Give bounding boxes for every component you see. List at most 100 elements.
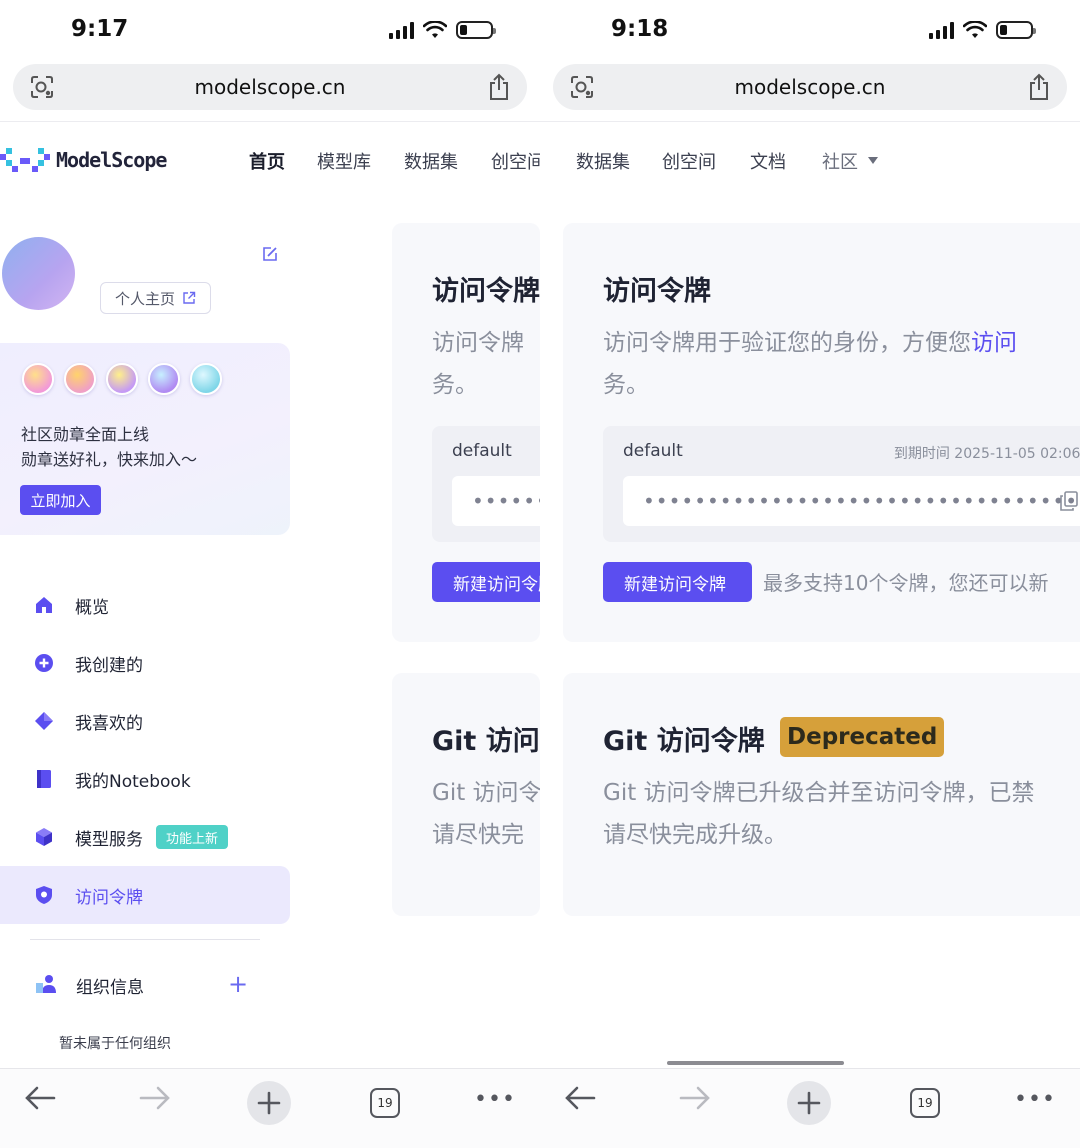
sidebar-item-overview[interactable]: 概览 xyxy=(0,576,290,634)
access-token-description-line2: 务。 xyxy=(603,372,649,398)
url-text: modelscope.cn xyxy=(194,75,346,99)
status-icons xyxy=(929,19,1036,41)
status-time: 9:18 xyxy=(611,16,669,42)
git-token-description-line2: 请尽快完成升级。 xyxy=(603,822,787,848)
personal-homepage-button[interactable]: 个人主页 xyxy=(100,282,211,314)
badge-icon xyxy=(22,363,54,395)
sidebar-item-liked[interactable]: 我喜欢的 xyxy=(0,692,290,750)
promo-title: 社区勋章全面上线 xyxy=(21,425,150,444)
token-masked-value: •••••••••••••••••••••••••••••••••••••••• xyxy=(643,489,1080,513)
token-item: default ••••••• xyxy=(432,426,540,542)
sidebar-item-label: 我的Notebook xyxy=(75,771,191,792)
tabs-button[interactable]: 19 xyxy=(370,1088,400,1118)
badge-icon xyxy=(190,363,222,395)
git-token-card: Git 访问 Git 访问令 请尽快完 xyxy=(392,673,540,916)
access-token-description-text: 访问令牌用于验证您的身份，方便您 xyxy=(603,330,971,356)
token-item: default 到期时间 2025-11-05 02:06:46 •••••••… xyxy=(603,426,1080,542)
sidebar-item-notebook[interactable]: 我的Notebook xyxy=(0,750,290,808)
more-icon[interactable]: ••• xyxy=(474,1087,516,1112)
token-value-field[interactable]: ••••••• xyxy=(452,476,540,526)
nav-studios[interactable]: 创空间 xyxy=(662,148,716,174)
git-token-title: Git 访问令牌 xyxy=(603,726,765,757)
signal-icon xyxy=(929,21,954,39)
plus-icon xyxy=(257,1091,281,1115)
sidebar-item-label: 访问令牌 xyxy=(75,887,143,908)
nav-community-label: 社区 xyxy=(822,152,858,173)
more-icon[interactable]: ••• xyxy=(1014,1087,1056,1112)
create-token-button[interactable]: 新建访问令牌 xyxy=(432,562,540,602)
copy-icon[interactable] xyxy=(1060,491,1078,511)
address-bar[interactable]: modelscope.cn xyxy=(553,64,1067,110)
git-token-description: Git 访问令牌已升级合并至访问令牌，已禁 xyxy=(603,780,1035,806)
nav-home[interactable]: 首页 xyxy=(249,148,285,174)
badge-promo-card: 社区勋章全面上线 勋章送好礼，快来加入～ 立即加入 xyxy=(0,343,290,535)
access-token-description-line2: 务。 xyxy=(432,372,478,398)
nav-models[interactable]: 模型库 xyxy=(317,148,371,174)
forward-arrow-icon[interactable] xyxy=(139,1085,171,1111)
top-nav: 数据集 创空间 文档 社区 xyxy=(540,121,1080,197)
shield-icon xyxy=(36,886,52,904)
access-token-card: 访问令牌 访问令牌用于验证您的身份，方便您访问 务。 default 到期时间 … xyxy=(563,223,1080,642)
browser-toolbar: 19 ••• xyxy=(540,1068,1080,1148)
nav-datasets[interactable]: 数据集 xyxy=(576,148,630,174)
external-link-icon xyxy=(183,291,196,304)
join-now-button[interactable]: 立即加入 xyxy=(20,485,101,515)
share-icon[interactable] xyxy=(1027,73,1051,101)
token-name: default xyxy=(623,441,683,461)
wifi-icon xyxy=(963,21,987,38)
plus-icon xyxy=(797,1091,821,1115)
sidebar-item-model-service[interactable]: 模型服务 功能上新 xyxy=(0,808,290,866)
sidebar-item-label: 我喜欢的 xyxy=(75,713,143,734)
create-token-button[interactable]: 新建访问令牌 xyxy=(603,562,752,602)
top-nav: ModelScope 首页 模型库 数据集 创空间 xyxy=(0,121,540,197)
left-screenshot: 9:17 modelscope.cn ModelScope 首页 模型库 数据集… xyxy=(0,0,540,1148)
nav-studios[interactable]: 创空间 xyxy=(491,148,540,174)
new-tab-button[interactable] xyxy=(787,1081,831,1125)
access-token-title: 访问令牌 xyxy=(603,276,711,307)
sidebar-item-label: 模型服务 xyxy=(75,829,143,850)
address-bar[interactable]: modelscope.cn xyxy=(13,64,527,110)
edit-icon[interactable] xyxy=(262,246,278,262)
token-expiry: 到期时间 2025-11-05 02:06:46 xyxy=(893,446,1080,462)
deprecated-badge: Deprecated xyxy=(780,717,945,757)
forward-arrow-icon[interactable] xyxy=(679,1085,711,1111)
nav-docs[interactable]: 文档 xyxy=(750,148,786,174)
diamond-icon xyxy=(35,712,53,730)
nav-community[interactable]: 社区 xyxy=(822,148,878,174)
git-token-description: Git 访问令 xyxy=(432,780,540,806)
status-time: 9:17 xyxy=(71,16,129,42)
tabs-button[interactable]: 19 xyxy=(910,1088,940,1118)
caret-down-icon xyxy=(868,157,878,164)
sidebar-divider xyxy=(30,939,260,940)
sidebar-item-created[interactable]: 我创建的 xyxy=(0,634,290,692)
access-token-description-link[interactable]: 访问 xyxy=(971,330,1017,356)
house-icon xyxy=(36,597,52,613)
access-token-title: 访问令牌 xyxy=(432,276,540,307)
sidebar-item-label: 概览 xyxy=(75,597,109,618)
access-token-card: 访问令牌 访问令牌 务。 default ••••••• 新建访问令牌 xyxy=(392,223,540,642)
avatar[interactable] xyxy=(2,237,75,310)
add-organization-button[interactable]: + xyxy=(228,972,248,996)
back-arrow-icon[interactable] xyxy=(564,1085,596,1111)
modelscope-logo[interactable]: ModelScope xyxy=(0,146,167,174)
url-text: modelscope.cn xyxy=(734,75,886,99)
signal-icon xyxy=(389,21,414,39)
organization-label: 组织信息 xyxy=(76,978,144,998)
new-tab-button[interactable] xyxy=(247,1081,291,1125)
browser-toolbar: 19 ••• xyxy=(0,1068,540,1148)
token-value-field[interactable]: •••••••••••••••••••••••••••••••••••••••• xyxy=(623,476,1080,526)
nav-datasets[interactable]: 数据集 xyxy=(404,148,458,174)
git-token-description-line2: 请尽快完 xyxy=(432,822,524,848)
sidebar-item-access-token[interactable]: 访问令牌 xyxy=(0,866,290,924)
new-feature-tag: 功能上新 xyxy=(156,825,229,849)
logo-mark-icon xyxy=(0,148,50,172)
git-token-title: Git 访问 xyxy=(432,726,540,757)
badge-row xyxy=(22,363,222,395)
notebook-icon xyxy=(37,770,51,788)
token-masked-value: ••••••• xyxy=(472,489,540,513)
token-name: default xyxy=(452,441,512,461)
back-arrow-icon[interactable] xyxy=(24,1085,56,1111)
battery-icon xyxy=(456,21,496,39)
badge-icon xyxy=(148,363,180,395)
share-icon[interactable] xyxy=(487,73,511,101)
